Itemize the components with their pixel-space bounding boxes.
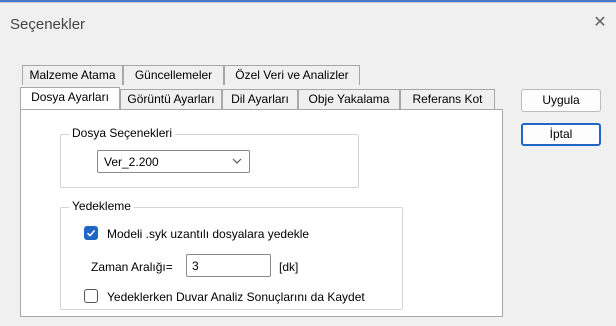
tab-dil-ayarlari[interactable]: Dil Ayarları <box>222 89 298 109</box>
interval-input-value: 3 <box>192 259 199 273</box>
tab-label: Malzeme Atama <box>29 68 116 82</box>
version-select[interactable]: Ver_2.200 <box>97 150 250 173</box>
backup-checkbox-label: Modeli .syk uzantılı dosyalara yedekle <box>107 227 310 241</box>
tab-obje-yakalama[interactable]: Obje Yakalama <box>298 89 400 109</box>
interval-label: Zaman Aralığı= <box>91 260 173 274</box>
tab-ozel-veri[interactable]: Özel Veri ve Analizler <box>224 65 360 85</box>
version-select-value: Ver_2.200 <box>104 155 159 169</box>
cancel-button[interactable]: İptal <box>521 123 601 146</box>
tab-panel-dosya-ayarlari: Dosya Seçenekleri Ver_2.200 Yedekleme Mo… <box>20 109 503 317</box>
checkmark-icon <box>86 229 96 237</box>
tab-label: Obje Yakalama <box>308 92 390 106</box>
tab-dosya-ayarlari[interactable]: Dosya Ayarları <box>20 87 120 109</box>
dialog-title: Seçenekler <box>10 16 86 33</box>
interval-unit: [dk] <box>279 260 299 274</box>
close-icon[interactable]: ✕ <box>590 13 610 33</box>
tab-malzeme-atama[interactable]: Malzeme Atama <box>22 65 123 85</box>
tab-label: Dosya Ayarları <box>31 90 109 104</box>
tab-label: Dil Ayarları <box>231 92 289 106</box>
interval-input[interactable]: 3 <box>186 254 271 277</box>
file-options-group: Dosya Seçenekleri Ver_2.200 <box>60 126 359 188</box>
tab-goruntu-ayarlari[interactable]: Görüntü Ayarları <box>120 89 222 109</box>
chevron-down-icon <box>231 155 243 167</box>
tab-guncellemeler[interactable]: Güncellemeler <box>123 65 224 85</box>
tab-label: Güncellemeler <box>134 68 213 82</box>
save-results-checkbox[interactable] <box>84 289 98 303</box>
tab-label: Referans Kot <box>412 92 483 106</box>
file-options-group-label: Dosya Seçenekleri <box>69 126 176 140</box>
options-dialog: Seçenekler ✕ Malzeme Atama Güncellemeler… <box>0 2 616 326</box>
tab-label: Görüntü Ayarları <box>127 92 215 106</box>
save-results-checkbox-label: Yedeklerken Duvar Analiz Sonuçlarını da … <box>107 290 365 304</box>
backup-group-label: Yedekleme <box>69 199 134 213</box>
tab-label: Özel Veri ve Analizler <box>235 68 349 82</box>
backup-group: Yedekleme Modeli .syk uzantılı dosyalara… <box>60 199 403 310</box>
backup-checkbox[interactable] <box>84 226 98 240</box>
tab-referans-kot[interactable]: Referans Kot <box>400 89 495 109</box>
apply-button[interactable]: Uygula <box>521 89 601 112</box>
